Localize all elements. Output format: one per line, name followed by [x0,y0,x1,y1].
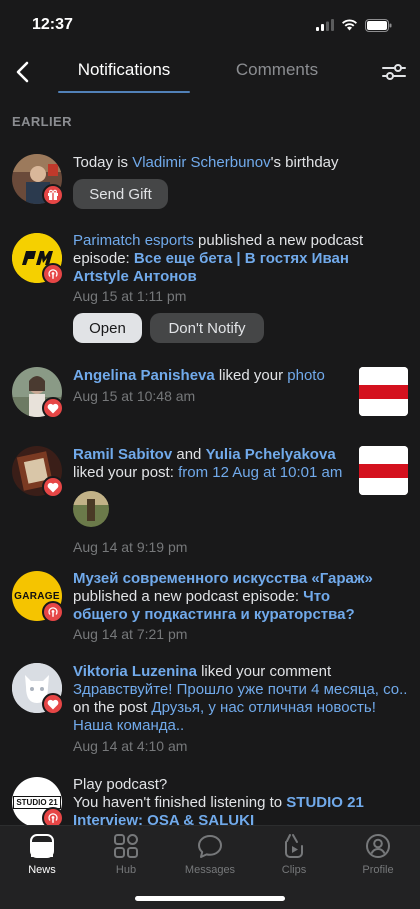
like-action: liked your comment [196,663,332,680]
and-text: and [172,446,206,463]
user-link[interactable]: Viktoria Luzenina [73,663,197,680]
send-gift-button[interactable]: Send Gift [73,179,168,209]
tab-news[interactable]: News [0,832,84,876]
heart-icon [47,482,59,492]
podcast-icon [48,813,58,823]
header: Notifications Comments [0,50,420,94]
active-tab-indicator [58,91,190,93]
liker-photo [73,491,109,527]
tab-label: Messages [184,864,236,876]
liker-avatar[interactable] [73,491,109,527]
thumbnail-white-bottom [359,478,408,495]
tab-hub[interactable]: Hub [84,832,168,876]
podcast-badge [42,263,64,285]
photo-link[interactable]: photo [287,367,325,384]
cellular-signal-icon [316,19,334,31]
user-link[interactable]: Yulia Pchelyakova [206,446,336,463]
back-button[interactable] [8,58,36,86]
gift-icon [48,189,58,200]
timestamp: Aug 14 at 7:21 pm [73,626,188,642]
tab-notifications[interactable]: Notifications [58,60,190,80]
battery-icon [365,18,392,32]
thumbnail-red-stripe [359,385,408,399]
podcast-badge [42,601,64,623]
podcast-action: published a new podcast episode: [73,588,304,605]
wifi-icon [342,19,357,31]
thumbnail-white-bottom [359,399,408,416]
like-action: liked your [214,367,288,384]
tab-label: News [28,864,56,876]
thumbnail-white-top [359,367,408,385]
podcast-text: Музей современного искусства «Гараж» pub… [73,570,383,624]
post-link[interactable]: from 12 Aug at 10:01 am [178,464,342,481]
birthday-suffix: 's birthday [270,154,339,171]
notification-podcast-parimatch[interactable]: Parimatch esports published a new podcas… [0,232,420,343]
tab-clips[interactable]: Clips [252,832,336,876]
podcast-badge [42,807,64,825]
dont-notify-button[interactable]: Don't Notify [150,313,264,343]
section-label: EARLIER [12,114,72,129]
like-action: liked your post: [73,464,179,481]
tab-label: Clips [281,864,307,876]
play-podcast-body: You haven't finished listening to [73,794,287,811]
play-podcast-title: Play podcast? [73,776,168,793]
garage-logo-text: GARAGE [14,590,60,602]
timestamp: Aug 15 at 1:11 pm [73,288,187,304]
birthday-person-link[interactable]: Vladimir Scherbunov [132,154,270,171]
thumbnail-white-top [359,446,408,464]
tab-messages[interactable]: Messages [168,832,252,876]
notification-birthday[interactable]: Today is Vladimir Scherbunov's birthday … [0,154,420,214]
chevron-left-icon [16,61,29,83]
like-badge [42,476,64,498]
status-time: 12:37 [32,16,73,33]
open-button[interactable]: Open [73,313,142,343]
messages-icon [198,835,222,858]
podcast-icon [48,269,58,279]
comment-link[interactable]: Здравствуйте! Прошло уже почти 4 месяца,… [73,681,407,698]
tab-comments[interactable]: Comments [222,60,332,80]
like-comment-text: Viktoria Luzenina liked your comment Здра… [73,663,408,735]
notification-play-podcast[interactable]: STUDIO 21 Play podcast? You haven't finis… [0,776,420,825]
post-thumbnail[interactable] [359,446,408,495]
birthday-prefix: Today is [73,154,133,171]
home-indicator [135,896,285,901]
heart-icon [47,699,59,709]
timestamp: Aug 14 at 4:10 am [73,738,188,754]
birthday-text: Today is Vladimir Scherbunov's birthday [73,154,339,172]
notification-podcast-garage[interactable]: GARAGE Музей современного искусства «Гар… [0,570,420,642]
podcast-source-link[interactable]: Музей современного искусства «Гараж» [73,570,373,587]
notification-like-post[interactable]: Ramil Sabitov and Yulia Pchelyakova liked… [0,446,420,555]
tab-label: Profile [362,864,394,876]
podcast-icon [48,607,58,617]
podcast-source-link[interactable]: Parimatch esports [73,232,194,249]
notification-like-photo[interactable]: Angelina Panisheva liked your photo Aug … [0,367,420,419]
podcast-text: Parimatch esports published a new podcas… [73,232,373,286]
gift-badge [42,184,64,206]
user-link[interactable]: Ramil Sabitov [73,446,172,463]
like-badge [42,693,64,715]
sliders-icon [382,64,406,80]
on-post-text: on the post [73,699,152,716]
notification-like-comment[interactable]: Viktoria Luzenina liked your comment Здра… [0,663,420,754]
timestamp: Aug 14 at 9:19 pm [73,539,188,555]
like-text: Angelina Panisheva liked your photo [73,367,325,385]
thumbnail-red-stripe [359,464,408,478]
status-icons [316,18,392,32]
heart-icon [47,403,59,413]
like-post-text: Ramil Sabitov and Yulia Pchelyakova liked… [73,446,353,482]
play-podcast-text: Play podcast? You haven't finished listen… [73,776,393,825]
hub-icon [114,834,138,858]
status-bar: 12:37 [0,0,420,50]
timestamp: Aug 15 at 10:48 am [73,388,196,404]
tab-profile[interactable]: Profile [336,832,420,876]
filter-button[interactable] [380,58,408,86]
like-badge [42,397,64,419]
clips-icon [285,834,303,858]
photo-thumbnail[interactable] [359,367,408,416]
tab-label: Hub [115,864,137,876]
notifications-feed[interactable]: EARLIER Today is Vladimir Scherbunov's b… [0,94,420,825]
profile-icon [366,834,390,858]
news-icon [30,834,54,858]
user-link[interactable]: Angelina Panisheva [73,367,215,384]
